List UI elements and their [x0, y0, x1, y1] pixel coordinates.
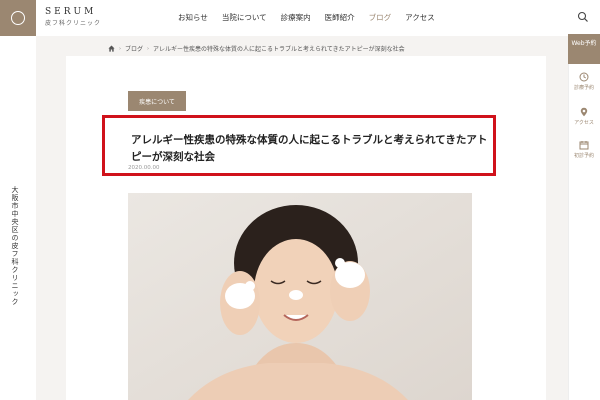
- nav-item-services[interactable]: 診療案内: [281, 12, 311, 23]
- hero-image: [128, 193, 472, 400]
- search-icon[interactable]: [577, 11, 589, 23]
- brand-subtitle: 皮フ科クリニック: [45, 20, 102, 27]
- side-item-reservation-label: 診療予約: [573, 85, 594, 91]
- article-title: アレルギー性疾患の特殊な体質の人に起こるトラブルと考えられてきたアトピーが深刻な…: [131, 134, 488, 163]
- breadcrumb-separator: ›: [119, 45, 121, 52]
- map-pin-icon: [580, 107, 588, 117]
- web-reserve-button[interactable]: Web予約: [568, 34, 600, 64]
- article-date: 2020.00.00: [128, 165, 160, 171]
- breadcrumb-blog[interactable]: ブログ: [125, 44, 143, 53]
- brand-name: SERUM: [45, 7, 97, 17]
- calendar-icon: [579, 141, 589, 150]
- brand[interactable]: SERUM 皮フ科クリニック: [45, 7, 101, 27]
- nav-item-news[interactable]: お知らせ: [178, 12, 208, 23]
- clock-icon: [579, 72, 589, 82]
- vertical-tagline: 大阪市中央区の皮フ科クリニック: [11, 186, 19, 306]
- breadcrumb-current: アレルギー性疾患の特殊な体質の人に起こるトラブルと考えられてきたアトピーが深刻な…: [153, 46, 405, 53]
- nav-item-about[interactable]: 当院について: [222, 12, 267, 23]
- side-item-access-label: アクセス: [574, 120, 594, 126]
- home-icon[interactable]: [108, 45, 115, 52]
- woman-washing-face-illustration: [128, 193, 472, 400]
- breadcrumb-separator: ›: [147, 45, 150, 52]
- title-highlight-box: アレルギー性疾患の特殊な体質の人に起こるトラブルと考えられてきたアトピーが深刻な…: [102, 115, 496, 176]
- category-tag[interactable]: 疾患について: [128, 91, 186, 111]
- nav-item-access[interactable]: アクセス: [405, 12, 435, 23]
- logo-circle-icon: [11, 11, 25, 25]
- side-item-first-visit-label: 初診予約: [573, 153, 594, 159]
- breadcrumb: › ブログ › アレルギー性疾患の特殊な体質の人に起こるトラブルと考えられてきた…: [108, 44, 405, 53]
- nav-item-doctors[interactable]: 医師紹介: [325, 12, 355, 23]
- main-content: › ブログ › アレルギー性疾患の特殊な体質の人に起こるトラブルと考えられてきた…: [36, 36, 568, 400]
- side-item-reservation[interactable]: 診療予約: [568, 72, 600, 91]
- main-nav: お知らせ 当院について 診療案内 医師紹介 ブログ アクセス: [178, 12, 435, 23]
- left-rail: 大阪市中央区の皮フ科クリニック: [0, 36, 36, 400]
- side-item-access[interactable]: アクセス: [568, 107, 600, 126]
- side-item-first-visit[interactable]: 初診予約: [568, 140, 600, 159]
- logo-mark[interactable]: [0, 0, 36, 36]
- nav-item-blog[interactable]: ブログ: [369, 12, 392, 23]
